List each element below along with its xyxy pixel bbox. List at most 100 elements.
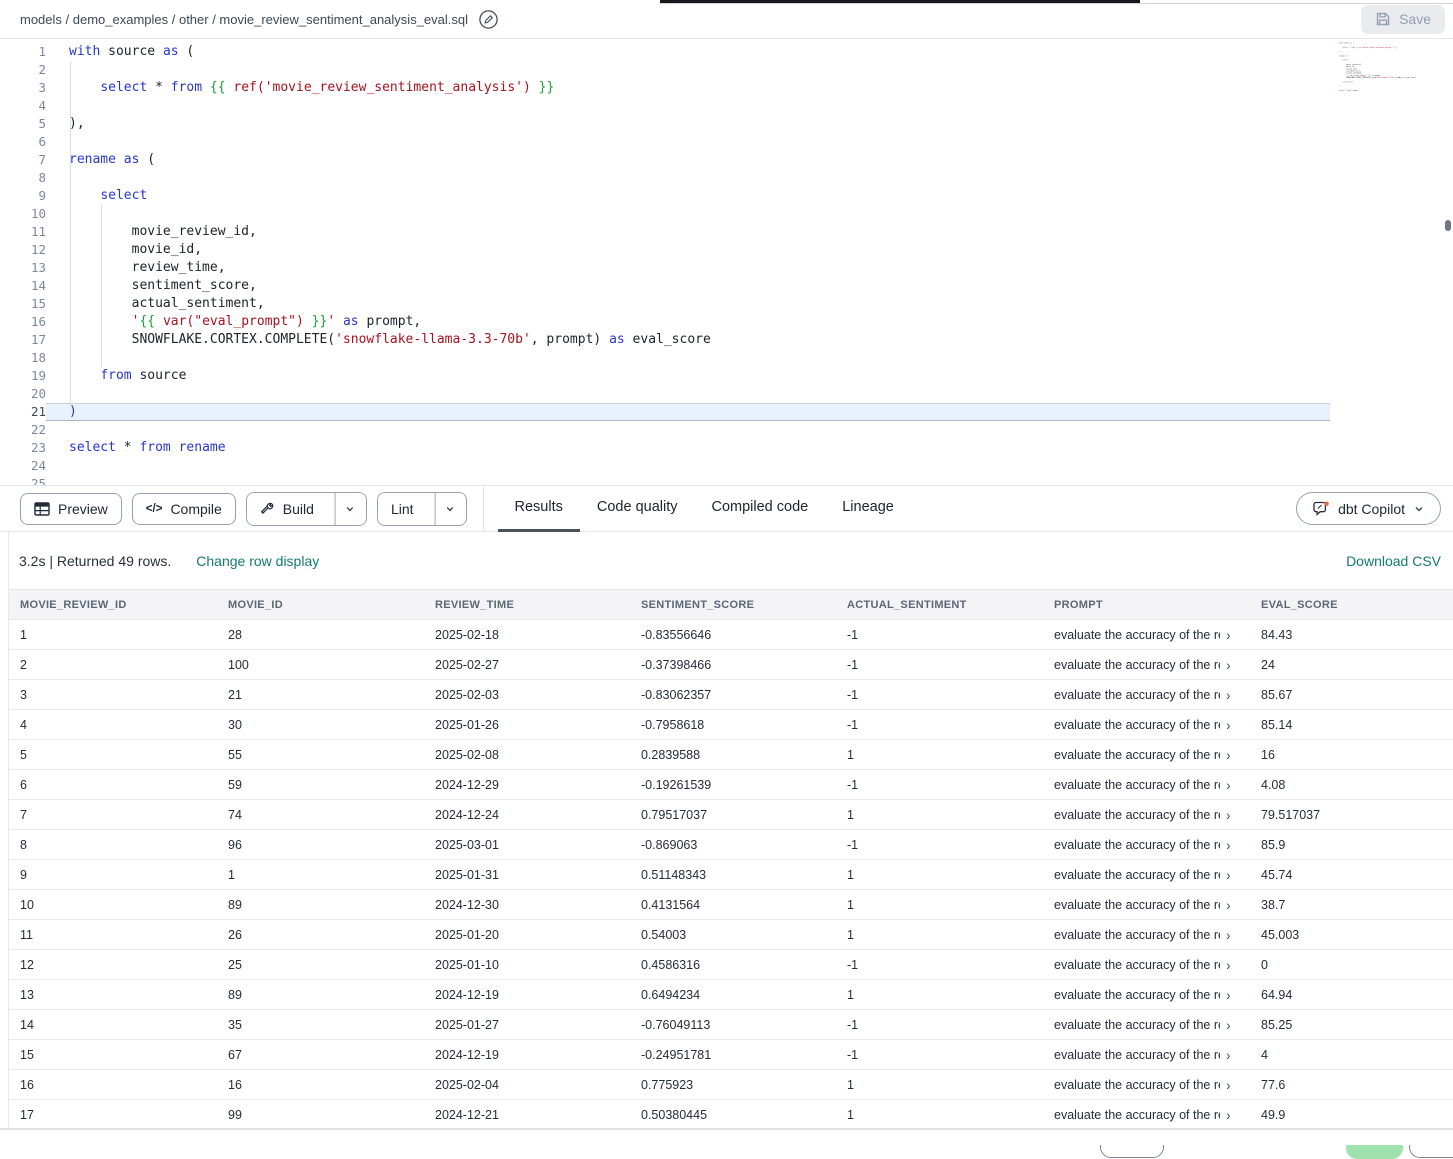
expand-prompt-icon[interactable]: › [1226, 927, 1230, 943]
code-line[interactable]: 23select * from rename [0, 439, 1453, 457]
code-line[interactable]: 11 movie_review_id, [0, 223, 1453, 241]
cell: -1 [836, 620, 1043, 650]
table-body: 1282025-02-18-0.83556646-1evaluate the a… [9, 620, 1453, 1130]
lint-dropdown-chevron[interactable] [434, 493, 464, 525]
expand-prompt-icon[interactable]: › [1226, 897, 1230, 913]
table-row: 16162025-02-040.7759231evaluate the accu… [9, 1070, 1453, 1100]
code-line[interactable]: 8 [0, 169, 1453, 187]
line-number: 1 [0, 43, 46, 61]
cell: 24 [1250, 650, 1453, 680]
expand-prompt-icon[interactable]: › [1226, 627, 1230, 643]
build-dropdown-chevron[interactable] [335, 493, 365, 525]
query-summary: 3.2s | Returned 49 rows. [19, 553, 171, 569]
lint-button[interactable]: Lint [378, 493, 427, 525]
code-line[interactable]: 22 [0, 421, 1453, 439]
cell: 85.9 [1250, 830, 1453, 860]
preview-button[interactable]: Preview [20, 493, 122, 525]
prompt-cell: evaluate the accuracy of the res…› [1043, 830, 1250, 860]
expand-prompt-icon[interactable]: › [1226, 1107, 1230, 1123]
tab-lineage[interactable]: Lineage [825, 486, 911, 532]
code-line[interactable]: 20 [0, 385, 1453, 403]
code-line[interactable]: 2 [0, 61, 1453, 79]
code-line[interactable]: 1with source as ( [0, 43, 1453, 61]
build-button[interactable]: Build [247, 493, 327, 525]
line-number: 22 [0, 421, 46, 439]
prompt-cell: evaluate the accuracy of the res…› [1043, 680, 1250, 710]
cell: 85.25 [1250, 1010, 1453, 1040]
cell: 2025-01-27 [424, 1010, 630, 1040]
expand-prompt-icon[interactable]: › [1226, 687, 1230, 703]
code-text: select * from rename [46, 439, 226, 457]
cell: -1 [836, 650, 1043, 680]
download-csv-link[interactable]: Download CSV [1346, 553, 1441, 569]
cell: 67 [217, 1040, 424, 1070]
code-line[interactable]: 12 movie_id, [0, 241, 1453, 259]
code-line[interactable]: 14 sentiment_score, [0, 277, 1453, 295]
cell: 2025-01-31 [424, 860, 630, 890]
line-number: 3 [0, 79, 46, 97]
dbt-copilot-button[interactable]: dbt Copilot [1296, 492, 1441, 525]
prompt-text: evaluate the accuracy of the res… [1054, 718, 1220, 732]
prompt-text: evaluate the accuracy of the res… [1054, 1018, 1220, 1032]
prompt-text: evaluate the accuracy of the res… [1054, 1078, 1220, 1092]
code-line[interactable]: 15 actual_sentiment, [0, 295, 1453, 313]
edit-filename-icon[interactable] [478, 9, 499, 30]
code-line[interactable]: 16 '{{ var("eval_prompt") }}' as prompt, [0, 313, 1453, 331]
expand-prompt-icon[interactable]: › [1226, 807, 1230, 823]
expand-prompt-icon[interactable]: › [1226, 1047, 1230, 1063]
code-lines: 1with source as (23 select * from {{ ref… [0, 43, 1453, 485]
line-number: 21 [0, 403, 46, 421]
save-button[interactable]: Save [1361, 5, 1445, 34]
editor-scrollbar-thumb[interactable] [1445, 220, 1451, 231]
expand-prompt-icon[interactable]: › [1226, 987, 1230, 1003]
minimap[interactable]: with source as ( select * from {{ ref('m… [1336, 42, 1430, 96]
code-line[interactable]: 19 from source [0, 367, 1453, 385]
change-row-display-link[interactable]: Change row display [196, 553, 319, 569]
code-line[interactable]: 13 review_time, [0, 259, 1453, 277]
code-text: ), [46, 115, 85, 133]
expand-prompt-icon[interactable]: › [1226, 777, 1230, 793]
cell: 11 [9, 920, 217, 950]
code-line[interactable]: 6 [0, 133, 1453, 151]
compile-button[interactable]: </> Compile [132, 493, 236, 525]
tab-results[interactable]: Results [498, 486, 580, 532]
code-line[interactable]: 3 select * from {{ ref('movie_review_sen… [0, 79, 1453, 97]
tab-code-quality[interactable]: Code quality [580, 486, 695, 532]
code-line[interactable]: 17 SNOWFLAKE.CORTEX.COMPLETE('snowflake-… [0, 331, 1453, 349]
prompt-cell: evaluate the accuracy of the res… › [1043, 1070, 1250, 1100]
lint-split-button: Lint [377, 492, 467, 526]
cell: 6 [9, 770, 217, 800]
expand-prompt-icon[interactable]: › [1226, 1017, 1230, 1033]
code-line[interactable]: 21) [0, 403, 1453, 421]
copilot-dropdown-chevron[interactable] [1413, 503, 1425, 515]
code-line[interactable]: 18 [0, 349, 1453, 367]
expand-prompt-icon[interactable]: › [1226, 957, 1230, 973]
code-text: sentiment_score, [46, 277, 257, 295]
editor-scrollbar[interactable] [1444, 40, 1452, 485]
expand-prompt-icon[interactable]: › [1226, 1077, 1230, 1093]
expand-prompt-icon[interactable]: › [1226, 867, 1230, 883]
cell: 85.14 [1250, 710, 1453, 740]
save-icon [1375, 11, 1391, 27]
cell: 1 [836, 1100, 1043, 1130]
code-line[interactable]: 7rename as ( [0, 151, 1453, 169]
expand-prompt-icon[interactable]: › [1226, 747, 1230, 763]
code-line[interactable]: 10 [0, 205, 1453, 223]
code-line[interactable]: 24 [0, 457, 1453, 475]
code-line[interactable]: 9 select [0, 187, 1453, 205]
line-number: 7 [0, 151, 46, 169]
results-table: MOVIE_REVIEW_IDMOVIE_IDREVIEW_TIMESENTIM… [9, 589, 1453, 1130]
cell: 5 [9, 740, 217, 770]
tab-compiled-code[interactable]: Compiled code [694, 486, 825, 532]
cell: 12 [9, 950, 217, 980]
expand-prompt-icon[interactable]: › [1226, 837, 1230, 853]
expand-prompt-icon[interactable]: › [1226, 717, 1230, 733]
prompt-cell: evaluate the accuracy of the res…› [1043, 620, 1250, 650]
code-line[interactable]: 5), [0, 115, 1453, 133]
code-editor[interactable]: 1with source as (23 select * from {{ ref… [0, 40, 1453, 485]
code-line[interactable]: 4 [0, 97, 1453, 115]
expand-prompt-icon[interactable]: › [1226, 657, 1230, 673]
cell: 16 [217, 1070, 424, 1100]
code-line[interactable]: 25 [0, 475, 1453, 485]
cell: 2025-03-01 [424, 830, 630, 860]
